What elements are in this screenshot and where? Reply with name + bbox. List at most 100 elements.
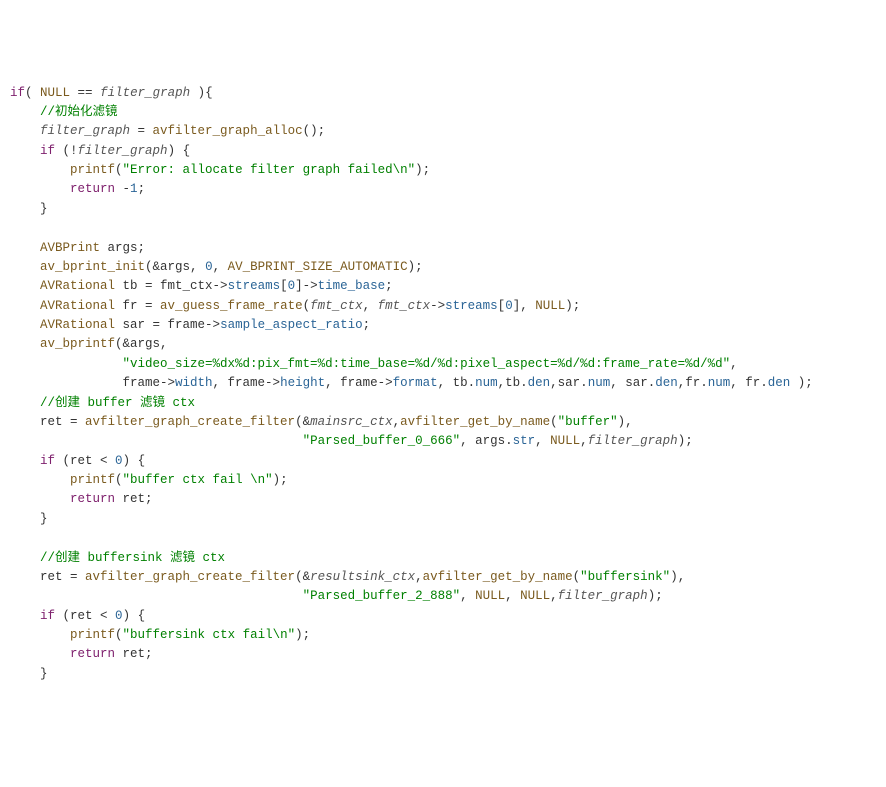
code-line: AVRational sar = frame->sample_aspect_ra… (10, 316, 876, 335)
code-token: av_guess_frame_rate (160, 299, 303, 313)
code-line: filter_graph = avfilter_graph_alloc(); (10, 122, 876, 141)
code-token: ); (408, 260, 423, 274)
code-token: NULL (550, 434, 580, 448)
code-token (10, 221, 18, 235)
code-token (10, 609, 40, 623)
code-token: , tb. (438, 376, 476, 390)
code-token: , (460, 589, 475, 603)
code-token (10, 337, 40, 351)
code-token: ( (115, 163, 123, 177)
code-line: av_bprint_init(&args, 0, AV_BPRINT_SIZE_… (10, 258, 876, 277)
code-token: (& (295, 415, 310, 429)
code-token: num (588, 376, 611, 390)
code-token: ret; (115, 647, 153, 661)
code-token (10, 105, 40, 119)
code-token: , frame-> (325, 376, 393, 390)
code-token (10, 454, 40, 468)
code-token: streams (445, 299, 498, 313)
code-token: printf (70, 473, 115, 487)
code-token (10, 260, 40, 274)
code-token: ,sar. (550, 376, 588, 390)
code-line: printf("buffer ctx fail \n"); (10, 471, 876, 490)
code-token: NULL (535, 299, 565, 313)
code-token: den (655, 376, 678, 390)
code-token: ); (565, 299, 580, 313)
code-token (10, 241, 40, 255)
code-line: return ret; (10, 490, 876, 509)
code-token: 0 (115, 609, 123, 623)
code-token: AVRational (40, 279, 115, 293)
code-token: "buffersink ctx fail\n" (123, 628, 296, 642)
code-token: ); (415, 163, 430, 177)
code-token: (&args, (145, 260, 205, 274)
code-token: "video_size=%dx%d:pix_fmt=%d:time_base=%… (123, 357, 731, 371)
code-line: AVRational fr = av_guess_frame_rate(fmt_… (10, 297, 876, 316)
code-token: ); (790, 376, 813, 390)
code-token (10, 318, 40, 332)
code-token: ); (648, 589, 663, 603)
code-line: if (ret < 0) { (10, 607, 876, 626)
code-token: streams (228, 279, 281, 293)
code-token: , (415, 570, 423, 584)
code-token: format (393, 376, 438, 390)
code-token: "Parsed_buffer_2_888" (303, 589, 461, 603)
code-token: ); (273, 473, 288, 487)
code-token: ( (25, 86, 40, 100)
code-token: (! (55, 144, 78, 158)
code-token: den (528, 376, 551, 390)
code-token: ret = (10, 415, 85, 429)
code-line: //创建 buffer 滤镜 ctx (10, 394, 876, 413)
code-token (10, 473, 70, 487)
code-token: sample_aspect_ratio (220, 318, 363, 332)
code-token: ( (550, 415, 558, 429)
code-token: "Parsed_buffer_0_666" (303, 434, 461, 448)
code-token: if (10, 86, 25, 100)
code-token: -> (430, 299, 445, 313)
code-token: num (475, 376, 498, 390)
code-token: ); (295, 628, 310, 642)
code-token: filter_graph (40, 124, 130, 138)
code-token: args; (100, 241, 145, 255)
code-token: if (40, 454, 55, 468)
code-token: filter_graph (78, 144, 168, 158)
code-line: "Parsed_buffer_2_888", NULL, NULL,filter… (10, 587, 876, 606)
code-token (10, 434, 303, 448)
code-token: , (213, 260, 228, 274)
code-token (10, 647, 70, 661)
code-token: return (70, 647, 115, 661)
code-token: av_bprintf (40, 337, 115, 351)
code-token: [ (280, 279, 288, 293)
code-token: filter_graph (100, 86, 190, 100)
code-token: printf (70, 628, 115, 642)
code-line: if (ret < 0) { (10, 452, 876, 471)
code-token: avfilter_graph_alloc (153, 124, 303, 138)
code-line: printf("buffersink ctx fail\n"); (10, 626, 876, 645)
code-token: "buffersink" (580, 570, 670, 584)
code-token: filter_graph (558, 589, 648, 603)
code-token: ), (618, 415, 633, 429)
code-token (10, 531, 18, 545)
code-token: 1 (130, 182, 138, 196)
code-token: AVBPrint (40, 241, 100, 255)
code-token (10, 357, 123, 371)
code-token: AVRational (40, 318, 115, 332)
code-token: ,tb. (498, 376, 528, 390)
code-token: , args. (460, 434, 513, 448)
code-token: ]-> (295, 279, 318, 293)
code-token: - (115, 182, 130, 196)
code-token: avfilter_get_by_name (423, 570, 573, 584)
code-token: str (513, 434, 536, 448)
code-token: resultsink_ctx (310, 570, 415, 584)
code-token (10, 628, 70, 642)
code-token: "buffer ctx fail \n" (123, 473, 273, 487)
code-token: "Error: allocate filter graph failed\n" (123, 163, 416, 177)
code-token: height (280, 376, 325, 390)
code-line: } (10, 510, 876, 529)
code-token (10, 279, 40, 293)
code-token: , (363, 299, 378, 313)
code-token (10, 299, 40, 313)
code-line: if( NULL == filter_graph ){ (10, 84, 876, 103)
code-token (10, 182, 70, 196)
code-token: mainsrc_ctx (310, 415, 393, 429)
code-token: , fr. (730, 376, 768, 390)
